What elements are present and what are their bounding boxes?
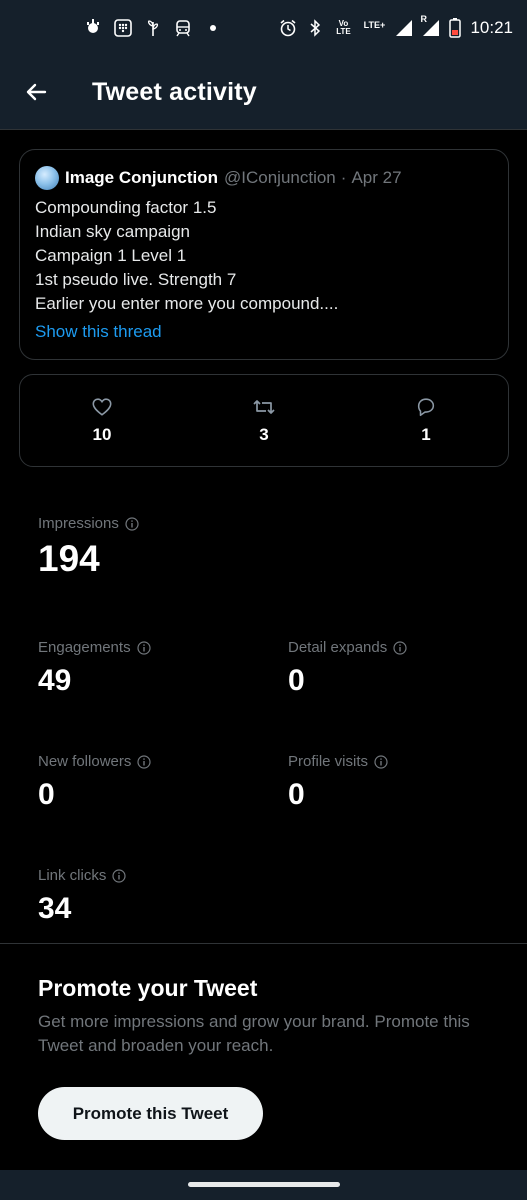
metric-label: Link clicks	[38, 867, 126, 884]
home-gesture-handle[interactable]	[188, 1182, 340, 1187]
metric-label: Engagements	[38, 639, 151, 656]
status-bar: Vo LTE LTE+ R 10:21	[0, 0, 527, 58]
new-followers-value: 0	[38, 778, 55, 811]
replies-stat[interactable]: 1	[391, 395, 461, 445]
tweet-author-handle[interactable]: @IConjunction	[224, 168, 336, 188]
tweet-line: Indian sky campaign	[35, 222, 190, 241]
arrow-left-icon	[24, 80, 48, 109]
tweet-separator: ·	[340, 168, 347, 187]
retweet-icon	[229, 395, 299, 419]
train-app-icon	[174, 18, 192, 38]
show-thread-link[interactable]: Show this thread	[35, 322, 162, 342]
status-left-icons	[84, 18, 222, 38]
metric-label: New followers	[38, 753, 151, 770]
app-notification-icon	[84, 18, 102, 38]
alarm-icon	[279, 18, 297, 38]
detail-expands-label: Detail expands	[288, 639, 388, 656]
section-divider	[0, 943, 527, 944]
impressions-label: Impressions	[38, 515, 119, 532]
avatar[interactable]	[35, 166, 59, 190]
lte-icon: LTE+	[362, 18, 386, 38]
engagements-label: Engagements	[38, 639, 131, 656]
back-button[interactable]	[18, 76, 54, 112]
tweet-date: Apr 27	[351, 168, 402, 187]
status-right-icons: Vo LTE LTE+ R 10:21	[279, 14, 513, 38]
tweet-line: 1st pseudo live. Strength 7	[35, 270, 237, 289]
retweets-count: 3	[259, 425, 269, 444]
promote-title: Promote your Tweet	[38, 975, 258, 1001]
detail-expands-value: 0	[288, 664, 305, 697]
app-header: Tweet activity	[0, 58, 527, 130]
new-followers-label: New followers	[38, 753, 132, 770]
metric-label: Impressions	[38, 515, 139, 532]
profile-visits-value: 0	[288, 778, 305, 811]
info-icon[interactable]	[125, 516, 139, 531]
volte-label: Vo LTE	[336, 19, 351, 36]
page-title: Tweet activity	[92, 78, 257, 106]
info-icon[interactable]	[374, 754, 388, 769]
info-icon[interactable]	[136, 640, 151, 655]
lte-label: LTE+	[363, 20, 386, 30]
signal-icon	[395, 18, 413, 38]
info-icon[interactable]	[393, 640, 407, 655]
dot-icon	[204, 18, 222, 38]
system-nav-bar	[0, 1170, 527, 1200]
link-clicks-label: Link clicks	[38, 867, 107, 884]
heart-icon	[67, 395, 137, 419]
likes-count: 10	[92, 425, 112, 444]
tweet-line: Earlier you enter more you compound....	[35, 294, 339, 313]
info-icon[interactable]	[112, 868, 126, 883]
engagements-value: 49	[38, 664, 72, 697]
metric-label: Profile visits	[288, 753, 388, 770]
reply-icon	[391, 395, 461, 419]
status-time: 10:21	[470, 18, 513, 37]
signal-roaming-icon: R	[420, 14, 440, 38]
info-icon[interactable]	[137, 754, 151, 769]
profile-visits-label: Profile visits	[288, 753, 369, 770]
detail-expands-metric: Detail expands 0	[288, 639, 407, 698]
engagement-card: 10 3 1	[19, 374, 509, 467]
impressions-value: 194	[38, 538, 100, 579]
new-followers-metric: New followers 0	[38, 753, 151, 812]
tweet-header: Image Conjunction @IConjunction · Apr 27	[35, 166, 402, 190]
tweet-line: Compounding factor 1.5	[35, 198, 217, 217]
link-clicks-value: 34	[38, 892, 72, 925]
battery-low-icon	[449, 18, 462, 38]
tweet-line: Campaign 1 Level 1	[35, 246, 187, 265]
volte-icon: Vo LTE	[333, 18, 353, 38]
likes-stat[interactable]: 10	[67, 395, 137, 445]
engagements-metric: Engagements 49	[38, 639, 151, 698]
metric-label: Detail expands	[288, 639, 407, 656]
promote-description: Get more impressions and grow your brand…	[38, 1012, 470, 1055]
tweet-card[interactable]: Image Conjunction @IConjunction · Apr 27…	[19, 149, 509, 360]
retweets-stat[interactable]: 3	[229, 395, 299, 445]
promote-tweet-button[interactable]: Promote this Tweet	[38, 1087, 263, 1140]
tweet-author-name[interactable]: Image Conjunction	[65, 168, 218, 188]
roaming-label: R	[420, 14, 427, 24]
tweet-text: Compounding factor 1.5 Indian sky campai…	[35, 196, 495, 316]
link-clicks-metric: Link clicks 34	[38, 867, 126, 926]
impressions-metric: Impressions 194	[38, 515, 139, 580]
bluetooth-icon	[306, 18, 324, 38]
profile-visits-metric: Profile visits 0	[288, 753, 388, 812]
dialpad-app-icon	[114, 18, 132, 38]
sprout-app-icon	[144, 18, 162, 38]
replies-count: 1	[421, 425, 431, 444]
